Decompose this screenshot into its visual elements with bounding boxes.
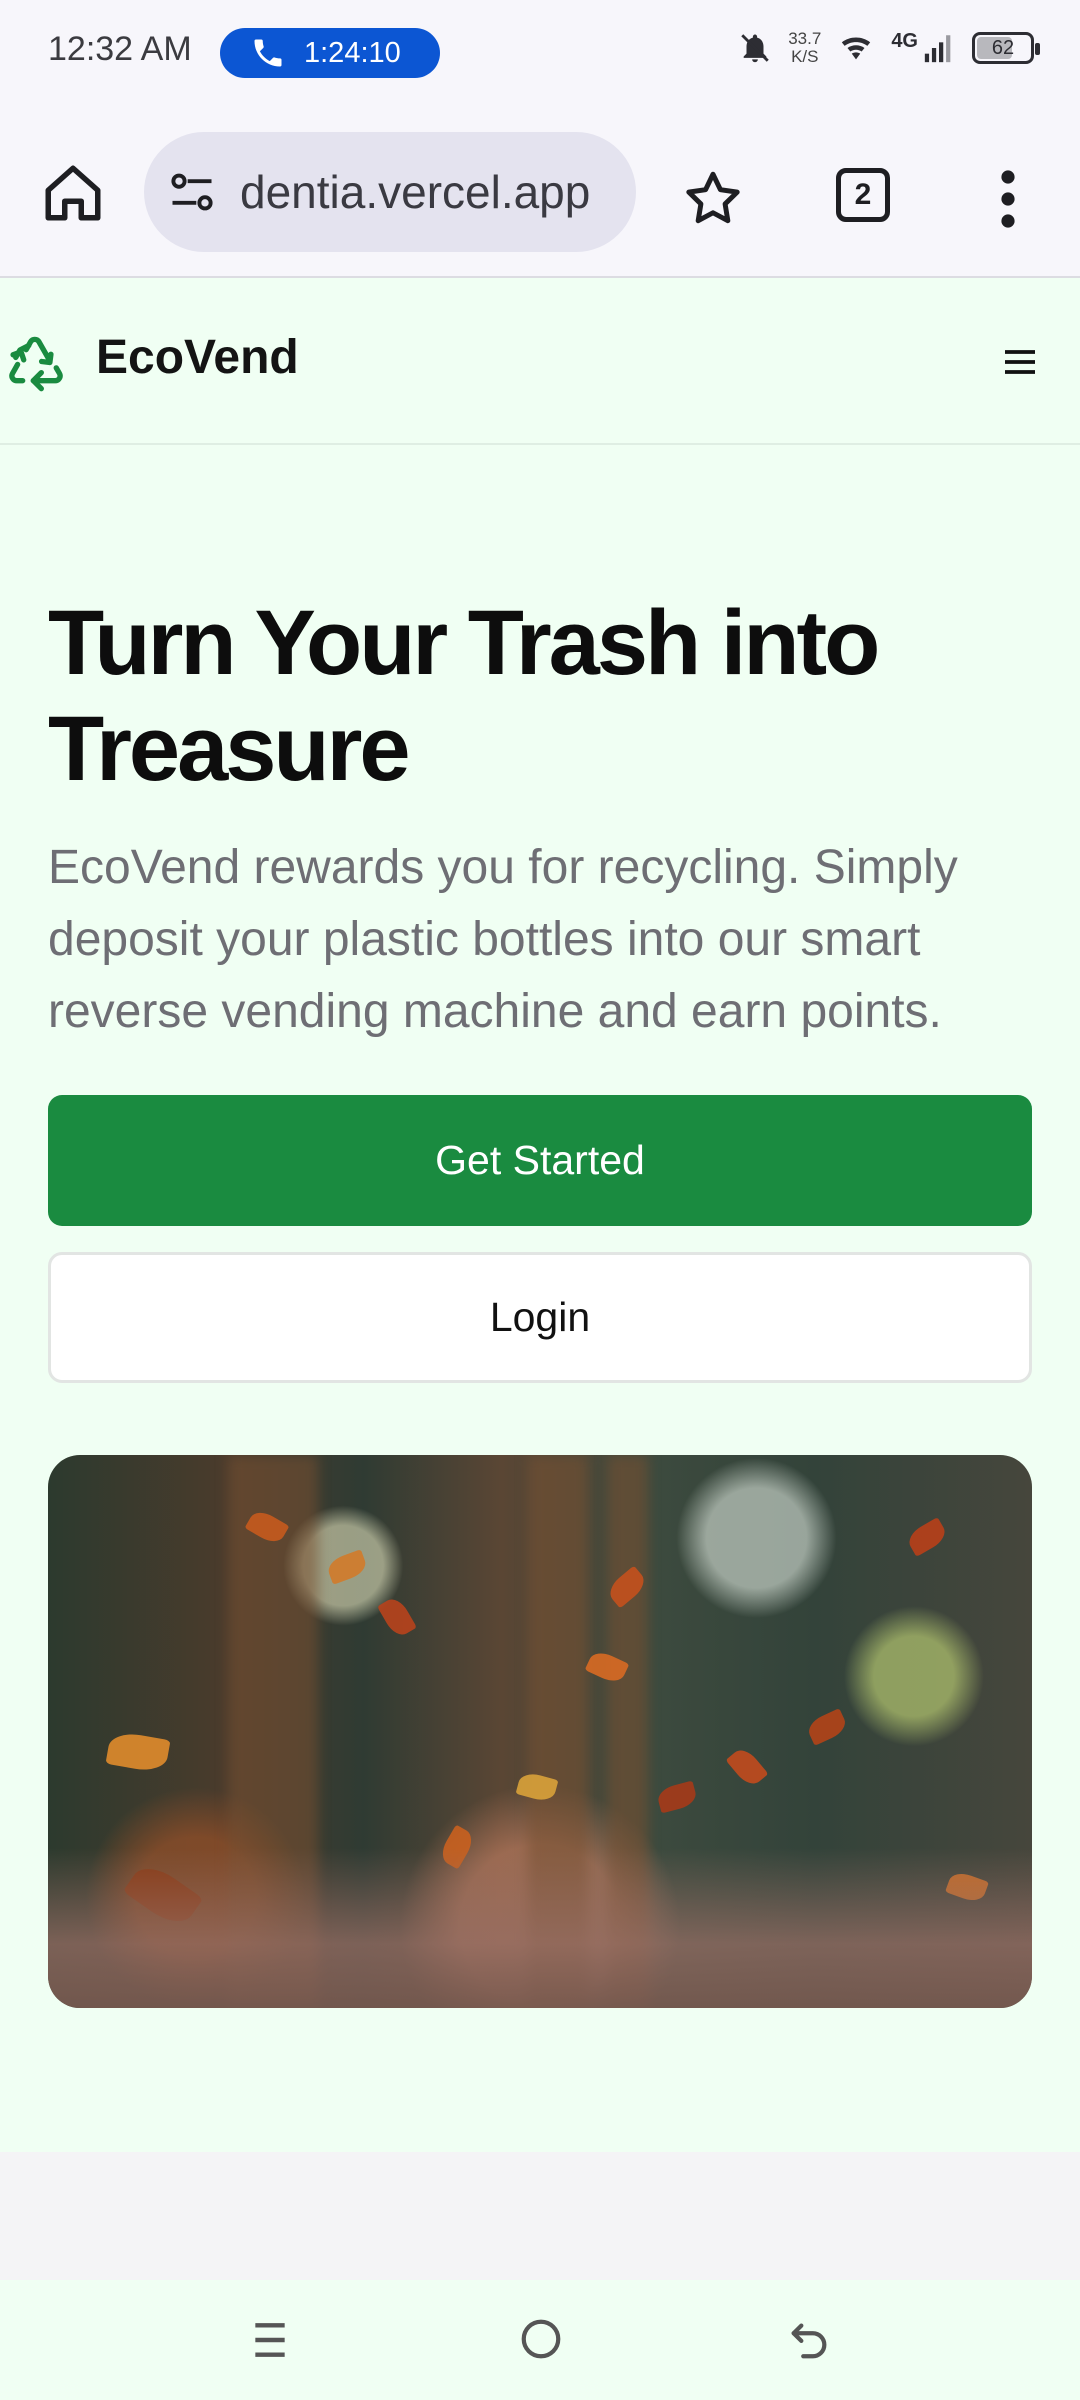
call-timer: 1:24:10 bbox=[304, 36, 401, 69]
address-bar[interactable]: dentia.vercel.app bbox=[144, 132, 636, 252]
tab-count: 2 bbox=[854, 178, 872, 211]
recycle-icon[interactable] bbox=[4, 330, 68, 394]
hero-title: Turn Your Trash into Treasure bbox=[48, 592, 880, 800]
get-started-button[interactable]: Get Started bbox=[48, 1095, 1032, 1226]
hamburger-menu-icon[interactable] bbox=[1000, 342, 1040, 382]
battery-icon: 62 bbox=[972, 32, 1040, 64]
star-icon[interactable] bbox=[680, 166, 746, 232]
signal-icon bbox=[924, 35, 951, 63]
network-type: 4G bbox=[891, 29, 918, 52]
mute-bell-icon bbox=[741, 34, 769, 63]
wifi-icon bbox=[842, 37, 871, 60]
back-icon[interactable] bbox=[786, 2316, 832, 2362]
status-time: 12:32 AM bbox=[48, 30, 192, 68]
hero-description: EcoVend rewards you for recycling. Simpl… bbox=[48, 841, 958, 1038]
page-footer bbox=[0, 2152, 1080, 2280]
site-header: EcoVend bbox=[0, 280, 1080, 445]
brand-name[interactable]: EcoVend bbox=[96, 330, 299, 385]
status-bar: 12:32 AM 1:24:10 33.7 K/S 4G 62 bbox=[0, 0, 1080, 110]
hero-image bbox=[48, 1455, 1032, 2008]
net-speed-unit: K/S bbox=[791, 47, 819, 66]
home-icon[interactable] bbox=[40, 160, 106, 226]
browser-toolbar: dentia.vercel.app 2 bbox=[0, 110, 1080, 278]
net-speed-value: 33.7 bbox=[788, 29, 822, 48]
net-speed: 33.7 K/S bbox=[788, 30, 821, 66]
site-settings-icon[interactable] bbox=[166, 166, 218, 218]
home-circle-icon[interactable] bbox=[518, 2316, 564, 2362]
ongoing-call-pill[interactable]: 1:24:10 bbox=[220, 28, 440, 78]
tabs-icon[interactable]: 2 bbox=[836, 168, 890, 222]
recent-apps-icon[interactable] bbox=[248, 2318, 292, 2362]
login-button[interactable]: Login bbox=[48, 1252, 1032, 1383]
phone-icon bbox=[254, 39, 282, 67]
battery-level: 62 bbox=[991, 36, 1015, 59]
more-vert-icon[interactable] bbox=[992, 166, 1024, 232]
url-text: dentia.vercel.app bbox=[240, 166, 591, 218]
screen: 12:32 AM 1:24:10 33.7 K/S 4G 62 dentia.v… bbox=[0, 0, 1080, 2400]
status-icons: 33.7 K/S 4G 62 bbox=[738, 29, 1040, 66]
